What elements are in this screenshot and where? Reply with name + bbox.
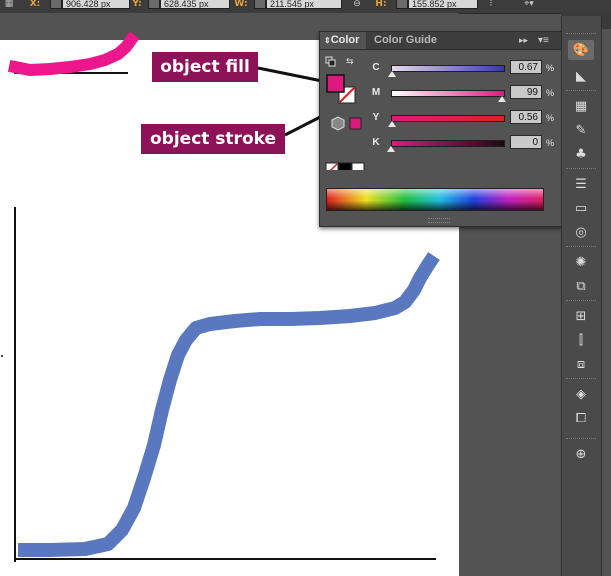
dock-separator: [566, 168, 596, 171]
magenta-slider[interactable]: [391, 90, 505, 97]
dock-separator: [566, 33, 596, 36]
panel-expand-icon[interactable]: ▸▸: [519, 32, 533, 49]
dock-separator: [566, 378, 596, 381]
panel-dock-toolbar: 🎨 ◣ ▦ ✎ ♣ ☰ ▭ ◎ ✺ ⧉ ⊞ ⫿ ⧈ ◈ ⧠ ⊕: [561, 16, 602, 576]
dock-separator: [566, 300, 596, 303]
channel-label: K: [372, 137, 380, 148]
dock-separator: [566, 90, 596, 93]
black-value-field[interactable]: 0: [510, 135, 542, 149]
pink-curve-path[interactable]: [7, 31, 140, 77]
color-spectrum[interactable]: [326, 188, 544, 211]
percent-sign: %: [546, 88, 555, 98]
out-of-web-cube-icon[interactable]: [331, 116, 345, 131]
stroke-icon[interactable]: ☰: [568, 174, 594, 194]
appearance-icon[interactable]: ✺: [568, 252, 594, 272]
tab-toggle-icon: ⇕: [324, 36, 331, 45]
yellow-value-field[interactable]: 0.56: [510, 110, 542, 124]
stray-point: [1, 355, 3, 357]
transform-options-icon[interactable]: ⁝: [484, 0, 498, 9]
tab-color-guide[interactable]: Color Guide: [368, 32, 442, 49]
channel-label: Y: [372, 112, 380, 123]
color-panel: ⇕Color Color Guide ▸▸ ▾≡ ⇆ C 0.67 % M 99…: [319, 31, 562, 227]
slider-thumb-y[interactable]: [387, 121, 396, 127]
magenta-value-field[interactable]: 99: [510, 85, 542, 99]
channel-label: M: [371, 87, 381, 98]
dock-separator: [566, 246, 596, 249]
layers-icon[interactable]: ◈: [568, 384, 594, 404]
cyan-value-field[interactable]: 0.67: [510, 60, 542, 74]
gradient-icon[interactable]: ▭: [568, 198, 594, 218]
navigator-icon[interactable]: ⊕: [568, 444, 594, 464]
cyan-slider[interactable]: [391, 65, 505, 72]
transform-icon[interactable]: ⊞: [568, 306, 594, 326]
black-slider[interactable]: [391, 140, 505, 147]
percent-sign: %: [546, 138, 555, 148]
yellow-slider[interactable]: [391, 115, 505, 122]
transparency-icon[interactable]: ◎: [568, 222, 594, 242]
color-guide-icon[interactable]: ◣: [568, 66, 594, 86]
symbols-icon[interactable]: ♣: [568, 144, 594, 164]
none-black-white-swatches[interactable]: [325, 162, 365, 170]
panel-menu-icon[interactable]: ▾≡: [538, 32, 558, 49]
pathfinder-icon[interactable]: ⧈: [568, 354, 594, 374]
stroke-callout: object stroke: [141, 124, 285, 154]
percent-sign: %: [546, 63, 555, 73]
dock-separator: [566, 438, 596, 441]
blue-curve-path[interactable]: [18, 252, 440, 557]
graphic-styles-icon[interactable]: ⧉: [568, 276, 594, 296]
slider-thumb-k[interactable]: [387, 146, 395, 152]
dock-edge: [601, 13, 611, 576]
artboards-icon[interactable]: ⧠: [568, 408, 594, 428]
fill-callout: object fill: [152, 52, 258, 82]
align-icon[interactable]: ⫿: [568, 330, 594, 350]
panel-resize-grip[interactable]: [428, 218, 450, 223]
slider-thumb-m[interactable]: [497, 96, 506, 102]
brushes-icon[interactable]: ✎: [568, 120, 594, 140]
panel-tab-bar: ⇕Color Color Guide ▸▸ ▾≡: [320, 32, 561, 50]
selection-tool-icon[interactable]: ⌖▾: [522, 0, 536, 9]
default-fill-stroke-icon[interactable]: [325, 56, 336, 67]
swap-fill-stroke-icon[interactable]: ⇆: [346, 57, 354, 67]
web-safe-swatch[interactable]: [349, 117, 362, 130]
fill-swatch[interactable]: [326, 74, 345, 93]
percent-sign: %: [546, 113, 555, 123]
slider-thumb-c[interactable]: [387, 71, 396, 77]
tab-color[interactable]: ⇕Color: [320, 32, 366, 49]
color-palette-icon[interactable]: 🎨: [568, 40, 594, 60]
channel-label: C: [372, 62, 380, 73]
swatches-icon[interactable]: ▦: [568, 96, 594, 116]
